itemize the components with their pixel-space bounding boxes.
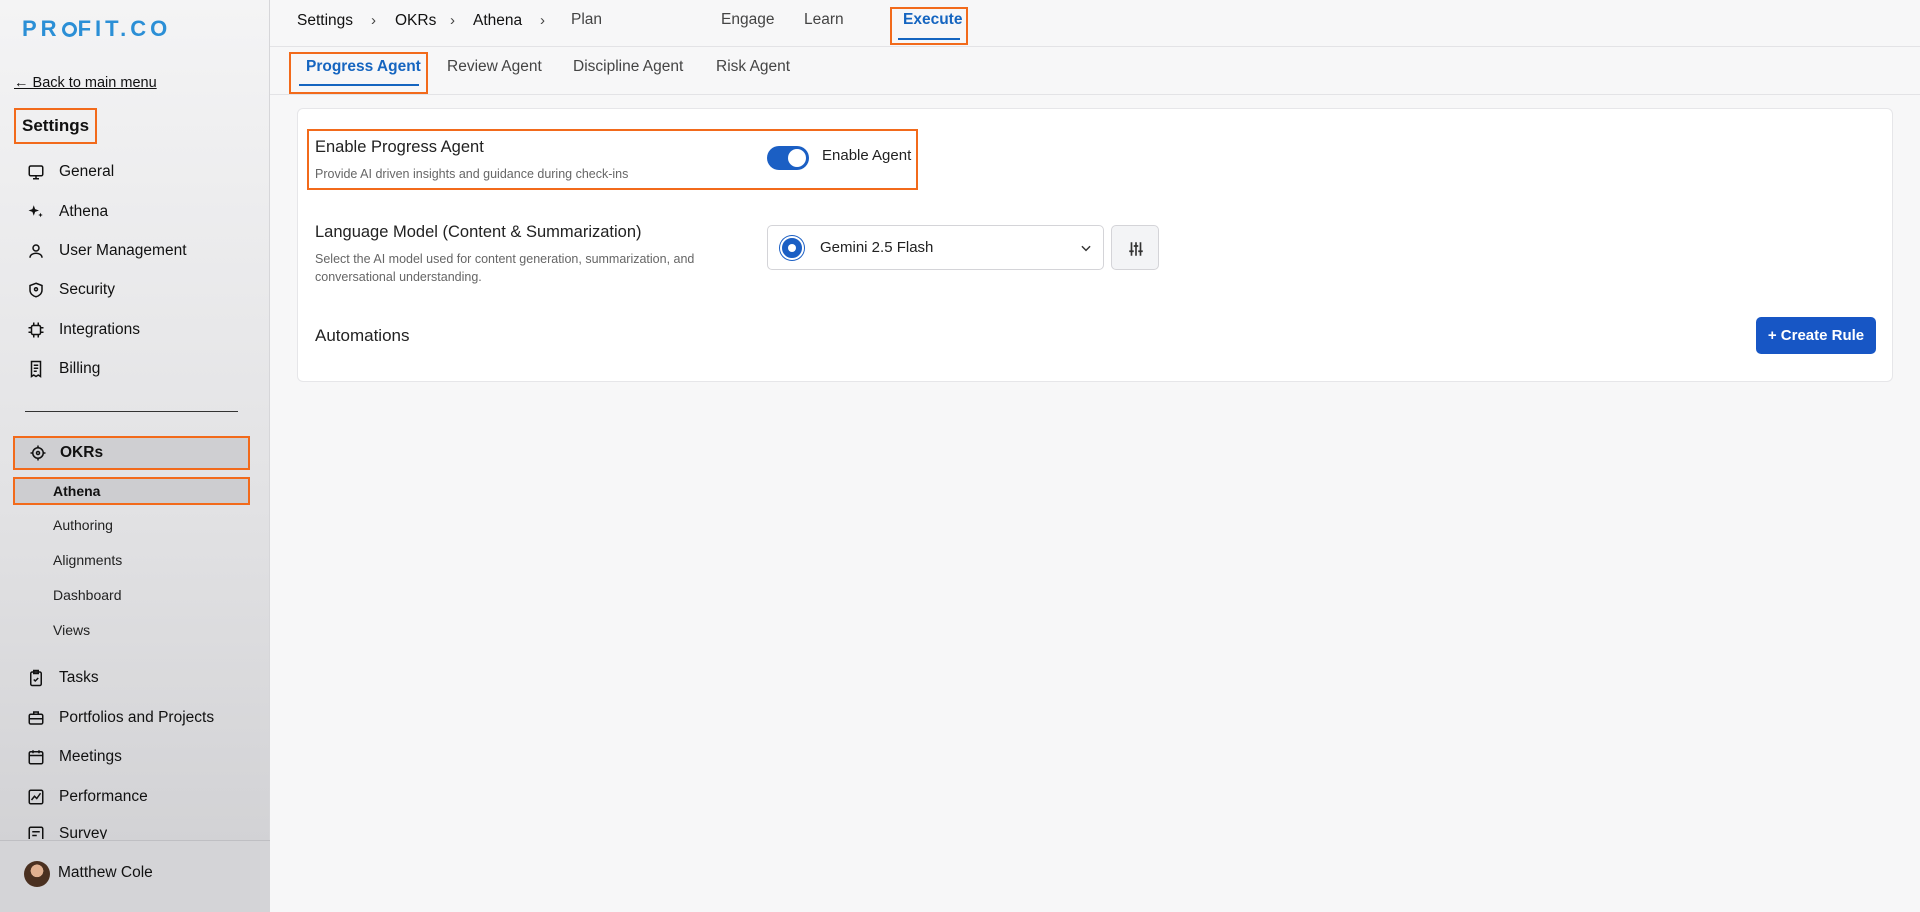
tab-learn[interactable]: Learn [804,11,844,29]
sidebar-subitem-dashboard[interactable]: Dashboard [53,587,122,603]
sidebar-item-label: User Management [59,242,187,259]
toggle-knob [788,149,806,167]
breadcrumb-separator: › [450,12,455,29]
tab-engage[interactable]: Engage [721,11,774,29]
automations-title: Automations [315,326,410,345]
breadcrumb-athena[interactable]: Athena [473,12,522,30]
sidebar-item-integrations[interactable]: Integrations [27,318,140,342]
list-icon [28,826,44,839]
shield-icon [29,282,43,298]
sidebar-item-billing[interactable]: Billing [27,357,100,381]
sidebar-item-tasks[interactable]: Tasks [27,666,99,690]
model-settings-button[interactable] [1111,225,1159,270]
active-subtab-indicator [299,84,419,86]
chart-line-icon [28,789,44,805]
sidebar-item-label: Performance [59,788,148,805]
sidebar-item-okrs[interactable]: OKRs [13,436,250,470]
avatar [24,861,50,887]
tab-plan[interactable]: Plan [571,11,602,29]
sidebar-subitem-authoring[interactable]: Authoring [53,517,113,533]
user-profile[interactable]: Matthew Cole [0,840,270,912]
chevron-down-icon [1081,245,1091,252]
language-model-description: Select the AI model used for content gen… [315,252,695,266]
breadcrumb-separator: › [540,12,545,29]
enable-agent-title: Enable Progress Agent [315,138,484,156]
sidebar-item-label: Survey [59,825,108,839]
sidebar-item-user-management[interactable]: User Management [27,239,187,263]
sidebar-item-label: Security [59,281,115,298]
sidebar-item-label: Integrations [59,321,140,338]
gemini-icon [780,236,804,260]
sidebar-item-general[interactable]: General [27,160,114,184]
create-rule-button[interactable]: + Create Rule [1756,317,1876,354]
sliders-icon [1129,242,1143,256]
monitor-icon [28,165,44,180]
sidebar-item-meetings[interactable]: Meetings [27,745,122,769]
sidebar-item-label: Billing [59,360,101,377]
sidebar-item-survey[interactable]: Survey [27,825,107,839]
sidebar-item-performance[interactable]: Performance [27,785,148,809]
user-name: Matthew Cole [58,864,153,881]
breadcrumb-settings[interactable]: Settings [297,12,353,30]
enable-agent-toggle[interactable] [767,146,809,170]
sidebar-subitem-athena[interactable]: Athena [13,477,250,505]
breadcrumb-okrs[interactable]: OKRs [395,12,436,30]
calendar-icon [28,750,44,765]
sidebar-item-athena[interactable]: Athena [27,200,108,224]
agent-settings-card: Enable Progress Agent Provide AI driven … [297,108,1893,382]
language-model-description-cont: conversational understanding. [315,270,482,284]
active-tab-indicator [898,38,960,40]
tab-review-agent[interactable]: Review Agent [447,58,542,76]
breadcrumb-separator: › [371,12,376,29]
sidebar-item-portfolios[interactable]: Portfolios and Projects [27,706,214,730]
top-nav: Settings › OKRs › Athena › Plan Execute … [270,0,1920,47]
sidebar-item-security[interactable]: Security [27,278,115,302]
back-to-main-menu-link[interactable]: ← Back to main menu [14,75,157,91]
enable-agent-description: Provide AI driven insights and guidance … [315,167,629,181]
tab-execute[interactable]: Execute [903,11,962,29]
clipboard-check-icon [30,669,42,687]
language-model-title: Language Model (Content & Summarization) [315,223,642,241]
language-model-select[interactable]: Gemini 2.5 Flash [767,225,1104,270]
agent-tabs: Progress Agent Review Agent Discipline A… [270,47,1920,95]
settings-title: Settings [14,108,98,144]
sidebar-item-label: General [59,163,115,180]
sidebar: PR FIT.CO ← Back to main menu Settings Ge… [0,0,270,912]
sparkle-icon [28,205,43,218]
enable-agent-label: Enable Agent [822,147,912,164]
chip-icon [28,322,44,338]
sidebar-subitem-views[interactable]: Views [53,622,90,638]
sidebar-divider [25,411,238,412]
sidebar-item-label: OKRs [60,444,104,461]
sidebar-item-label: Meetings [59,748,122,765]
receipt-icon [30,360,42,378]
sidebar-item-label: Tasks [59,669,99,686]
tab-progress-agent[interactable]: Progress Agent [306,58,421,76]
profitco-logo[interactable]: PR FIT.CO [22,16,171,42]
tab-risk-agent[interactable]: Risk Agent [716,58,790,76]
sidebar-item-label: Athena [59,203,109,220]
selected-model: Gemini 2.5 Flash [820,239,934,256]
sidebar-subitem-alignments[interactable]: Alignments [53,552,122,568]
target-icon [30,445,46,461]
tab-discipline-agent[interactable]: Discipline Agent [573,58,683,76]
sidebar-item-label: Portfolios and Projects [59,709,215,726]
user-icon [29,244,43,258]
briefcase-icon [28,711,44,725]
